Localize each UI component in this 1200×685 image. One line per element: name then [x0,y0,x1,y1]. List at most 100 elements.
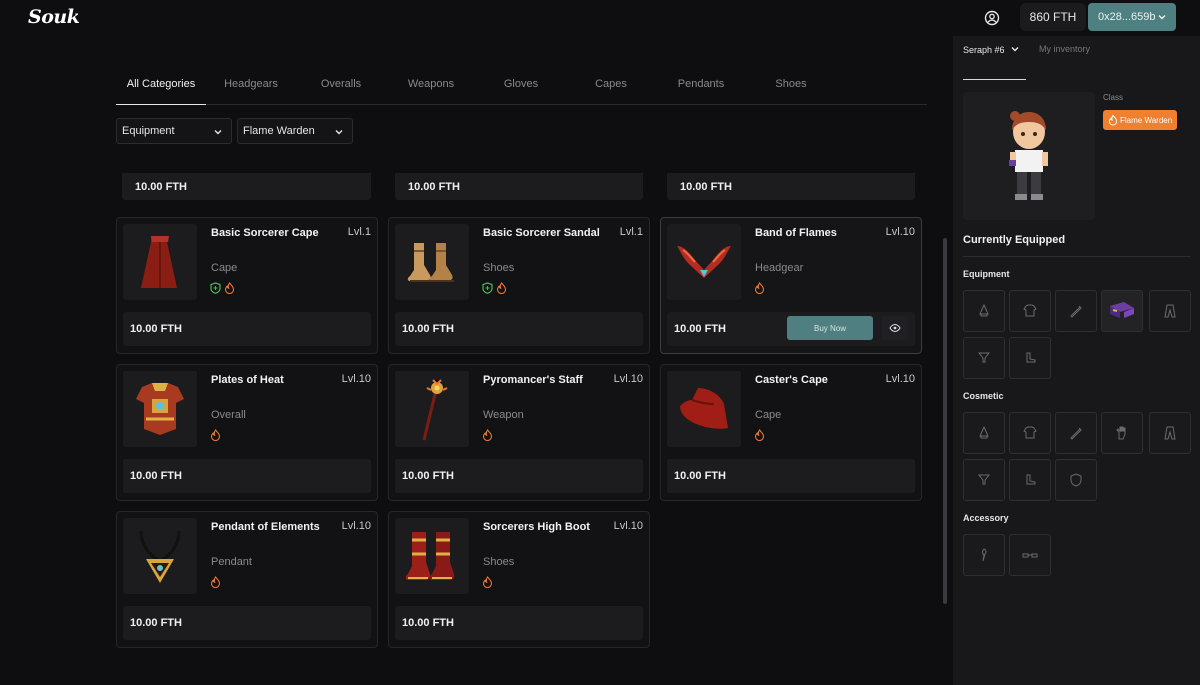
class-filter-value: Flame Warden [243,125,315,137]
grid-scrollbar[interactable] [943,238,947,604]
headgear-slot-icon[interactable] [963,290,1005,332]
preview-button[interactable] [882,316,908,340]
eye-icon [889,323,901,333]
equipment-section-title: Equipment [963,269,1010,279]
equipped-gloves-icon[interactable] [1101,290,1143,332]
item-price: 10.00 FTH [123,606,371,640]
pendant-icon [123,518,197,594]
item-price: 10.00 FTH [395,606,643,640]
tab-headgears[interactable]: Headgears [206,71,296,105]
class-filter-select[interactable]: Flame Warden [237,118,353,144]
item-type: Shoes [483,262,515,274]
item-card[interactable]: Pendant of Elements Lvl.10 Pendant 10.00… [116,511,378,648]
item-price-partial: 10.00 FTH [667,173,915,200]
shield-icon [210,282,221,294]
item-price: 10.00 FTH [667,459,915,493]
fire-icon [210,576,221,588]
currently-equipped-title: Currently Equipped [963,234,1066,246]
shield-icon [482,282,493,294]
fire-icon [482,576,493,588]
item-card[interactable]: Plates of Heat Lvl.10 Overall 10.00 FTH [116,364,378,501]
flame-band-icon [667,224,741,300]
buy-now-button[interactable]: Buy Now [787,316,873,340]
class-badge: Flame Warden [1103,110,1177,130]
item-card[interactable]: Basic Sorcerer Sandal Lvl.1 Shoes 10.00 … [388,217,650,354]
marketplace-main: All Categories Headgears Overalls Weapon… [0,36,953,685]
item-name: Pendant of Elements [211,521,320,533]
character-name: Seraph #6 [963,45,1005,55]
item-price: 10.00 FTH [123,312,371,346]
character-select[interactable]: Seraph #6 [963,44,1020,55]
tab-all-categories[interactable]: All Categories [116,71,206,105]
active-tab-indicator [963,79,1026,80]
item-type: Weapon [483,409,524,421]
item-price: 10.00 FTH [123,459,371,493]
item-name: Sorcerers High Boot [483,521,590,533]
overall-slot-icon[interactable] [1009,290,1051,332]
type-filter-value: Equipment [122,125,175,137]
cosmetic-gloves-slot-icon[interactable] [1101,412,1143,454]
item-name: Band of Flames [755,227,837,239]
wallet-address: 0x28...659b [1098,11,1156,23]
cape-slot-icon[interactable] [1149,290,1191,332]
cosmetic-weapon-slot-icon[interactable] [1055,412,1097,454]
divider [963,256,1191,257]
item-grid: 10.00 FTH 10.00 FTH 10.00 FTH Basic Sorc… [116,173,928,653]
item-level: Lvl.10 [613,373,643,385]
item-type: Shoes [483,556,515,568]
tab-capes[interactable]: Capes [566,71,656,105]
item-name: Plates of Heat [211,374,284,386]
item-type: Cape [211,262,238,274]
chevron-down-icon [1158,15,1166,20]
item-card-selected[interactable]: Band of Flames Lvl.10 Headgear 10.00 FTH… [660,217,922,354]
tab-shoes[interactable]: Shoes [746,71,836,105]
tab-my-inventory[interactable]: My inventory [1039,44,1090,54]
item-price: 10.00 FTH [395,312,643,346]
item-type: Headgear [755,262,804,274]
item-card[interactable]: Basic Sorcerer Cape Lvl.1 Cape 10.00 FTH [116,217,378,354]
item-level: Lvl.10 [885,226,915,238]
sandal-icon [395,224,469,300]
item-level: Lvl.10 [613,520,643,532]
cosmetic-headgear-slot-icon[interactable] [963,412,1005,454]
item-price-partial: 10.00 FTH [122,173,371,200]
user-account-icon[interactable] [983,9,1001,27]
shoes-slot-icon[interactable] [1009,337,1051,379]
tab-overalls[interactable]: Overalls [296,71,386,105]
item-price: 10.00 FTH [395,459,643,493]
item-name: Pyromancer's Staff [483,374,583,386]
cosmetic-pendant-slot-icon[interactable] [963,459,1005,501]
pendant-slot-icon[interactable] [963,337,1005,379]
item-card[interactable]: Pyromancer's Staff Lvl.10 Weapon 10.00 F… [388,364,650,501]
item-level: Lvl.10 [885,373,915,385]
souk-logo[interactable]: Souk [28,6,80,28]
item-card[interactable]: Caster's Cape Lvl.10 Cape 10.00 FTH [660,364,922,501]
accessory-section-title: Accessory [963,513,1009,523]
top-bar: Souk 860 FTH 0x28...659b [0,0,1200,36]
class-label: Class [1103,93,1124,102]
cosmetic-shoes-slot-icon[interactable] [1009,459,1051,501]
armor-icon [123,371,197,447]
cosmetic-overall-slot-icon[interactable] [1009,412,1051,454]
cosmetic-cape-slot-icon[interactable] [1149,412,1191,454]
character-panel: Seraph #6 My inventory Class Flame Warde… [953,36,1200,685]
cosmetic-shield-slot-icon[interactable] [1055,459,1097,501]
fire-icon [754,429,765,441]
item-type: Pendant [211,556,252,568]
tab-gloves[interactable]: Gloves [476,71,566,105]
weapon-slot-icon[interactable] [1055,290,1097,332]
cape-icon [667,371,741,447]
item-level: Lvl.10 [341,373,371,385]
cosmetic-section-title: Cosmetic [963,391,1004,401]
tab-pendants[interactable]: Pendants [656,71,746,105]
item-card[interactable]: Sorcerers High Boot Lvl.10 Shoes 10.00 F… [388,511,650,648]
fth-balance: 860 FTH [1020,3,1086,31]
tab-weapons[interactable]: Weapons [386,71,476,105]
wallet-button[interactable]: 0x28...659b [1088,3,1176,31]
fire-icon [754,282,765,294]
type-filter-select[interactable]: Equipment [116,118,232,144]
accessory-feather-slot-icon[interactable] [963,534,1005,576]
accessory-glasses-slot-icon[interactable] [1009,534,1051,576]
fire-icon [224,282,235,294]
fire-icon [496,282,507,294]
